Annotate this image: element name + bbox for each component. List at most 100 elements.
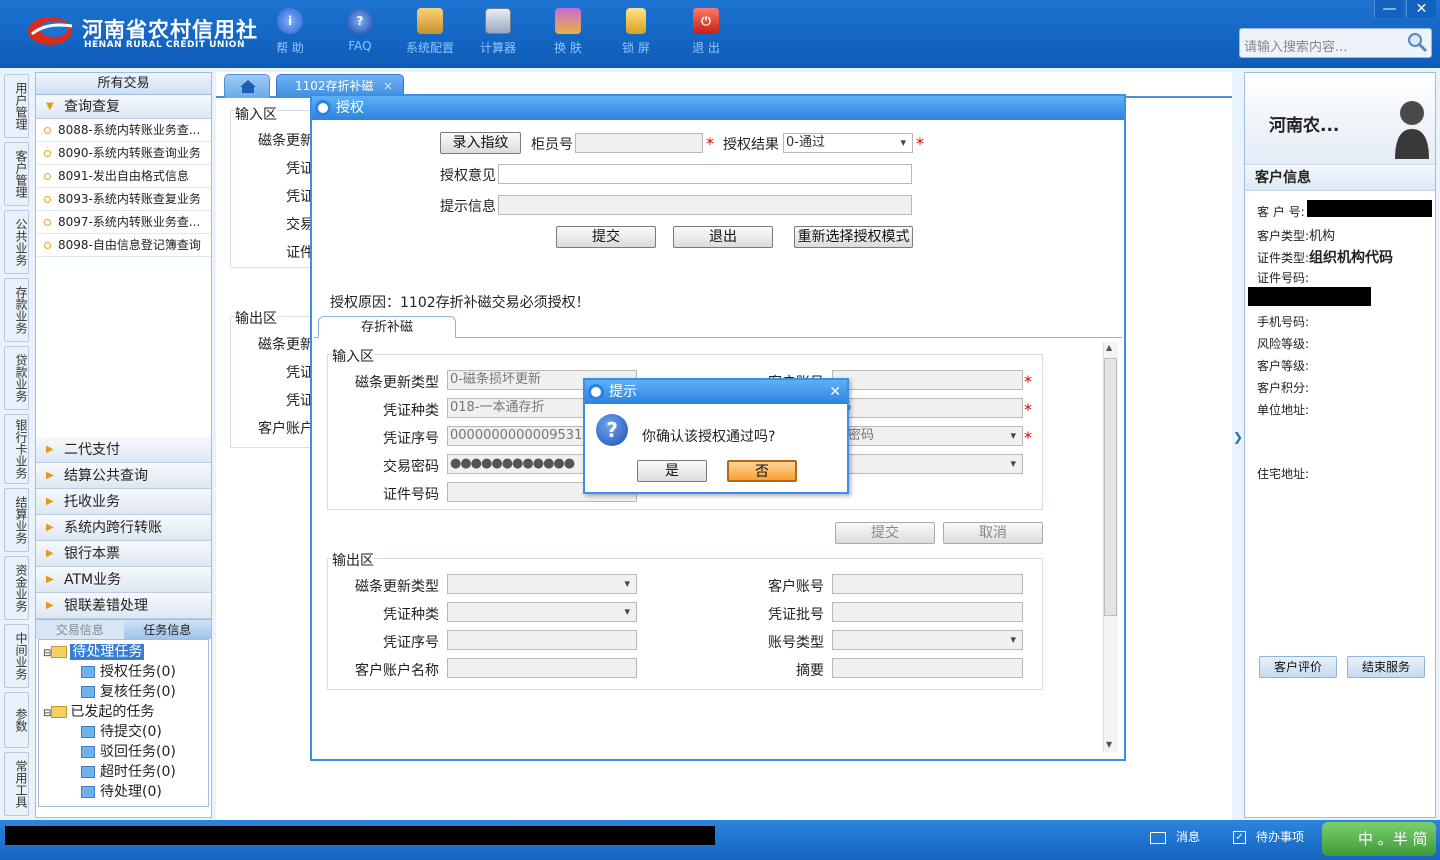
task-icon: [81, 766, 95, 778]
list-item[interactable]: 8098-自由信息登记簿查询: [36, 234, 211, 257]
scroll-up-icon[interactable]: ▲: [1106, 343, 1112, 352]
menu-group-label: 系统内跨行转账: [64, 520, 162, 536]
customer-banner: 河南农...: [1245, 73, 1435, 165]
skin-button[interactable]: 换 肤: [538, 8, 598, 56]
minimize-button[interactable]: —: [1374, 0, 1404, 18]
tree-label: 授权任务(0): [100, 664, 176, 680]
vtab-user-mgmt[interactable]: 用户管理: [4, 74, 29, 138]
tab-home[interactable]: [224, 74, 270, 98]
ime-label: 中 。半 简: [1358, 830, 1428, 848]
all-transactions-header[interactable]: 所有交易: [36, 73, 211, 95]
tab-task-info[interactable]: 任务信息: [123, 620, 211, 639]
redacted-block: [1307, 200, 1432, 217]
menu-group[interactable]: ▶ 二代支付: [36, 437, 211, 463]
logo-subtitle: HENAN RURAL CREDIT UNION: [84, 40, 245, 50]
menu-group[interactable]: ▶ 托收业务: [36, 489, 211, 515]
list-item[interactable]: 8097-系统内转账业务查...: [36, 211, 211, 234]
todo-label: 待办事项: [1256, 830, 1305, 844]
help-icon: i: [277, 8, 303, 34]
end-service-button[interactable]: 结束服务: [1347, 656, 1425, 678]
tree-node-rejected[interactable]: 驳回任务(0): [81, 742, 176, 762]
search-icon[interactable]: [1406, 31, 1428, 53]
calculator-icon: [485, 8, 511, 34]
subtab-passbook[interactable]: 存折补磁: [318, 316, 456, 338]
toolbar-label: 计算器: [479, 41, 516, 55]
auth-opinion-input[interactable]: [498, 164, 912, 184]
vtab-customer-mgmt[interactable]: 客户管理: [4, 142, 29, 206]
customer-eval-button[interactable]: 客户评价: [1259, 656, 1337, 678]
lock-screen-button[interactable]: 锁 屏: [606, 8, 666, 56]
reselect-mode-button[interactable]: 重新选择授权模式: [794, 226, 913, 248]
list-item[interactable]: 8088-系统内转账业务查...: [36, 119, 211, 142]
bullet-icon: [44, 127, 51, 134]
collapse-right-icon[interactable]: ❯: [1233, 430, 1243, 460]
folder-icon: [51, 646, 68, 658]
submit-button[interactable]: 提交: [556, 226, 656, 248]
vtab-card[interactable]: 银行卡业务: [4, 414, 29, 484]
calculator-button[interactable]: 计算器: [468, 8, 528, 56]
tree-node-to-submit[interactable]: 待提交(0): [81, 722, 162, 742]
menu-group[interactable]: ▶ 结算公共查询: [36, 463, 211, 489]
tree-node-timeout[interactable]: 超时任务(0): [81, 762, 176, 782]
todo-button[interactable]: ✓ 待办事项: [1233, 828, 1304, 846]
vtab-tools[interactable]: 常用工具: [4, 752, 29, 816]
menu-group[interactable]: ▶ 银行本票: [36, 541, 211, 567]
faq-icon: ?: [347, 8, 373, 34]
caret-right-icon: ▶: [46, 574, 54, 585]
tree-node-auth[interactable]: 授权任务(0): [81, 662, 176, 682]
auth-result-select[interactable]: 0-通过: [783, 133, 913, 153]
confirm-yes-button[interactable]: 是: [637, 460, 707, 482]
field-label: 客户类型:: [1257, 229, 1310, 243]
tree-node-review[interactable]: 复核任务(0): [81, 682, 176, 702]
home-address-label: 住宅地址:: [1257, 467, 1310, 481]
vtab-params[interactable]: 参数: [4, 692, 29, 748]
vtab-deposit[interactable]: 存款业务: [4, 278, 29, 342]
list-item[interactable]: 8090-系统内转账查询业务: [36, 142, 211, 165]
window-close-button[interactable]: ✕: [1406, 0, 1436, 18]
cust-type-label: 客户类型:机构: [1257, 225, 1335, 244]
menu-item-label: 8091-发出自由格式信息: [58, 169, 189, 183]
menu-item-label: 8088-系统内转账业务查...: [58, 123, 201, 137]
scrollbar-thumb[interactable]: [1104, 358, 1117, 616]
search-input[interactable]: 请输入搜索内容...: [1239, 28, 1432, 58]
vtab-intermediate[interactable]: 中间业务: [4, 624, 29, 688]
tree-node-initiated[interactable]: ⊟ 已发起的任务: [43, 702, 154, 722]
exit-button[interactable]: ⏻ 退 出: [676, 8, 736, 56]
tree-node-to-process[interactable]: 待处理(0): [81, 782, 162, 802]
help-button[interactable]: i 帮 助: [260, 8, 320, 56]
exit-dialog-button[interactable]: 退出: [673, 226, 773, 248]
scroll-down-icon[interactable]: ▼: [1106, 740, 1112, 749]
required-mark: *: [1024, 400, 1032, 419]
menu-group[interactable]: ▶ ATM业务: [36, 567, 211, 593]
vtab-settlement[interactable]: 结算业务: [4, 488, 29, 552]
faq-button[interactable]: ? FAQ: [330, 8, 390, 53]
menu-group-label: ATM业务: [64, 572, 122, 588]
messages-button[interactable]: 消息: [1150, 828, 1200, 846]
out-voucher-no-label: 凭证序号: [383, 635, 439, 651]
vtab-public[interactable]: 公共业务: [4, 210, 29, 274]
menu-group[interactable]: ▶ 银联差错处理: [36, 593, 211, 619]
menu-group[interactable]: ▶ 系统内跨行转账: [36, 515, 211, 541]
toolbar-label: 帮 助: [276, 41, 304, 55]
hint-info-label: 提示信息: [440, 199, 496, 215]
tree-node-pending[interactable]: ⊟ 待处理任务: [43, 642, 145, 662]
points-label: 客户积分:: [1257, 381, 1310, 395]
list-item[interactable]: 8091-发出自由格式信息: [36, 165, 211, 188]
tab-transaction-info[interactable]: 交易信息: [36, 620, 124, 639]
home-icon: [240, 80, 256, 93]
vtab-fund[interactable]: 资金业务: [4, 556, 29, 620]
system-config-button[interactable]: 系统配置: [400, 8, 460, 56]
confirm-no-button[interactable]: 否: [727, 460, 797, 482]
menu-spacer: [36, 257, 211, 437]
ime-indicator[interactable]: 中 。半 简: [1322, 822, 1436, 856]
menu-group-query[interactable]: ▼ 查询查复: [36, 95, 211, 119]
teller-input[interactable]: [575, 133, 703, 153]
list-item[interactable]: 8093-系统内转账查复业务: [36, 188, 211, 211]
left-panel: 所有交易 ▼ 查询查复 8088-系统内转账业务查... 8090-系统内转账查询…: [35, 72, 212, 818]
vtab-loan[interactable]: 贷款业务: [4, 346, 29, 410]
close-icon[interactable]: ✕: [829, 380, 841, 404]
inner-cancel-button[interactable]: 取消: [943, 522, 1043, 544]
inner-submit-button[interactable]: 提交: [835, 522, 935, 544]
out-voucher-type-label: 凭证种类: [383, 607, 439, 623]
fingerprint-button[interactable]: 录入指纹: [440, 132, 521, 154]
